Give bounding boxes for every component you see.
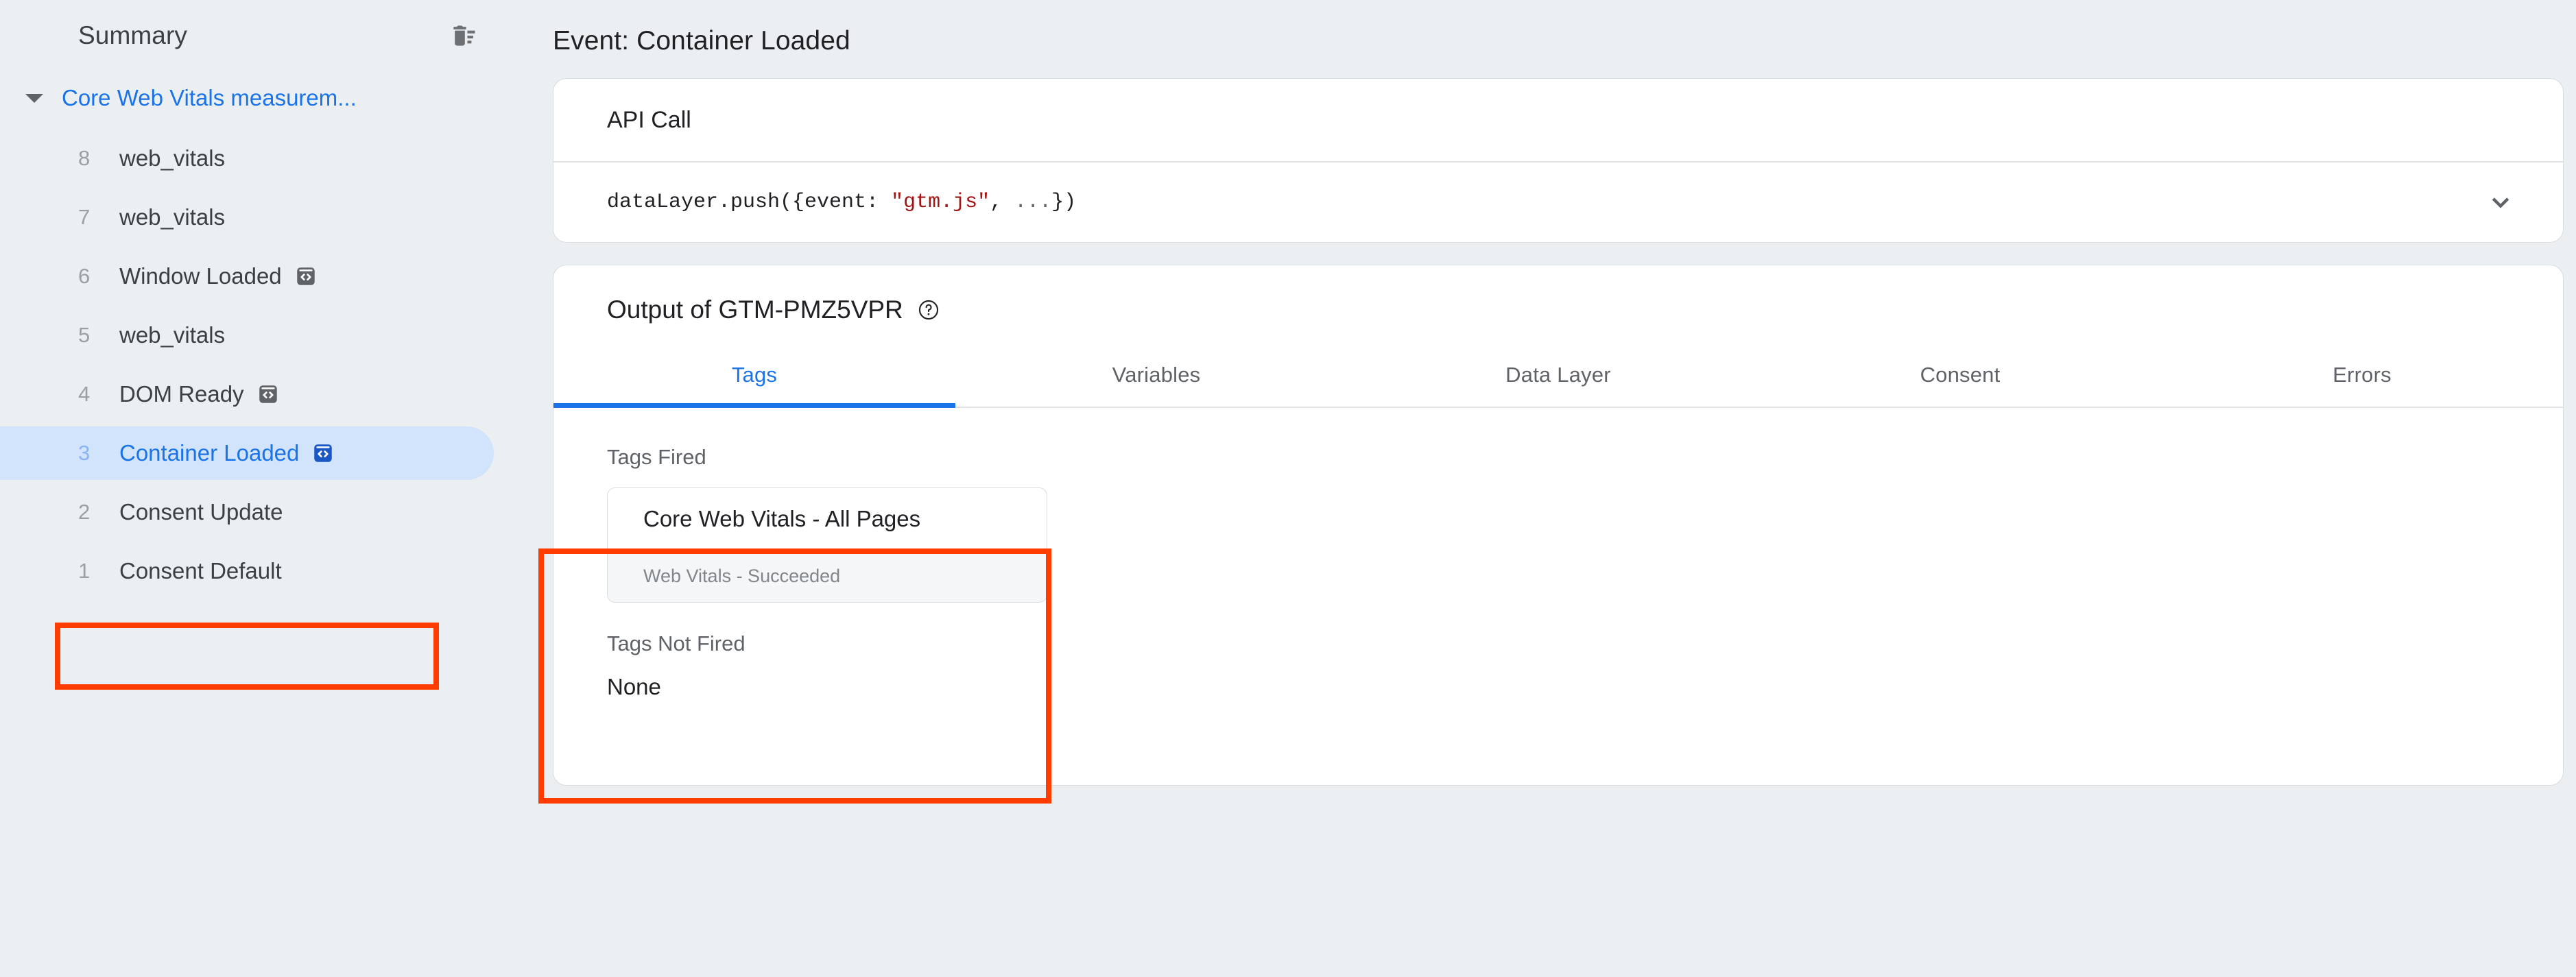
row-highlight [0, 309, 494, 362]
event-row-1[interactable]: 1 Consent Default [0, 542, 521, 601]
tag-card[interactable]: Core Web Vitals - All Pages Web Vitals -… [607, 487, 1047, 603]
tab-variables[interactable]: Variables [955, 353, 1357, 407]
api-call-row[interactable]: dataLayer.push({event: "gtm.js", ...}) [553, 162, 2563, 242]
output-card: Output of GTM-PMZ5VPR Tags Variables Dat… [553, 265, 2564, 786]
event-name: Container Loaded [119, 440, 300, 466]
event-index: 3 [78, 441, 91, 465]
tab-errors[interactable]: Errors [2161, 353, 2563, 407]
event-index: 4 [78, 382, 91, 406]
event-index: 8 [78, 146, 91, 170]
event-list: 8 web_vitals 7 web_vitals 6 Window Loade… [0, 129, 521, 601]
tags-not-fired-value: None [607, 674, 661, 699]
code-prefix: dataLayer.push({event: [607, 191, 892, 214]
event-row-2[interactable]: 2 Consent Update [0, 483, 521, 542]
event-name: Window Loaded [119, 263, 282, 289]
debug-console: Summary Core Web Vitals measurem... 8 we… [0, 0, 2576, 977]
event-group-core-web-vitals[interactable]: Core Web Vitals measurem... [0, 71, 521, 125]
event-name: web_vitals [119, 145, 226, 171]
help-circle-icon[interactable] [917, 298, 940, 322]
api-call-card: API Call dataLayer.push({event: "gtm.js"… [553, 78, 2564, 243]
code-badge-icon [257, 383, 280, 406]
sidebar-header: Summary [0, 0, 521, 71]
output-title: Output of GTM-PMZ5VPR [607, 295, 903, 324]
event-name: DOM Ready [119, 381, 244, 407]
event-index: 7 [78, 205, 91, 229]
summary-label[interactable]: Summary [78, 21, 187, 50]
tab-data-layer[interactable]: Data Layer [1357, 353, 1759, 407]
delete-sweep-icon[interactable] [442, 14, 486, 58]
code-middle: , [990, 191, 1015, 214]
tags-tab-panel: Tags Fired Core Web Vitals - All Pages W… [553, 408, 2563, 700]
tab-tags[interactable]: Tags [553, 353, 955, 408]
code-ellipsis: ... [1014, 191, 1052, 214]
row-highlight [0, 191, 494, 244]
event-row-8[interactable]: 8 web_vitals [0, 129, 521, 188]
tag-status: Web Vitals - Succeeded [608, 550, 1047, 602]
tags-not-fired-label: Tags Not Fired [607, 631, 746, 655]
event-row-7[interactable]: 7 web_vitals [0, 188, 521, 247]
chevron-down-icon[interactable] [2477, 178, 2525, 226]
event-name: Consent Default [119, 558, 282, 583]
row-highlight [0, 367, 494, 421]
tab-consent[interactable]: Consent [1759, 353, 2161, 407]
event-row-3-container-loaded[interactable]: 3 Container Loaded [0, 424, 521, 483]
caret-down-icon[interactable] [19, 93, 49, 103]
event-row-5[interactable]: 5 web_vitals [0, 306, 521, 365]
page-title: Event: Container Loaded [553, 26, 850, 56]
event-name: Consent Update [119, 499, 283, 524]
api-call-code: dataLayer.push({event: "gtm.js", ...}) [607, 191, 1076, 214]
event-name: web_vitals [119, 322, 226, 348]
code-string: "gtm.js" [891, 191, 990, 214]
event-row-6[interactable]: 6 Window Loaded [0, 247, 521, 306]
code-badge-icon [311, 442, 335, 465]
event-row-4[interactable]: 4 DOM Ready [0, 365, 521, 424]
output-tabs: Tags Variables Data Layer Consent Errors [553, 353, 2563, 408]
event-index: 5 [78, 323, 91, 347]
output-header: Output of GTM-PMZ5VPR [553, 265, 2563, 324]
code-suffix: }) [1051, 191, 1077, 214]
event-sidebar: Summary Core Web Vitals measurem... 8 we… [0, 0, 521, 977]
tag-name: Core Web Vitals - All Pages [643, 506, 921, 531]
code-badge-icon [294, 265, 318, 288]
tags-fired-label: Tags Fired [607, 445, 706, 469]
main-panel: Event: Container Loaded API Call dataLay… [521, 0, 2576, 977]
event-index: 6 [78, 264, 91, 288]
event-name: web_vitals [119, 204, 226, 230]
event-index: 1 [78, 559, 91, 583]
event-index: 2 [78, 500, 91, 524]
api-call-header: API Call [607, 106, 691, 133]
row-highlight [0, 132, 494, 185]
event-group-label: Core Web Vitals measurem... [62, 85, 357, 110]
